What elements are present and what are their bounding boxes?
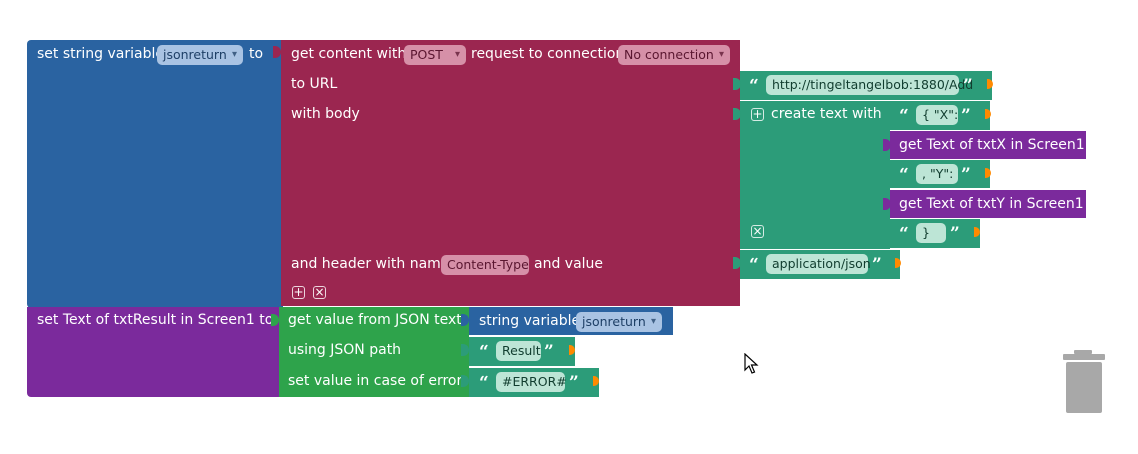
with-body-label: with body bbox=[291, 106, 360, 122]
quote-close-icon: ” bbox=[961, 106, 971, 126]
add-header-icon[interactable]: + bbox=[292, 286, 305, 299]
set-text-label: set Text of txtResult in Screen1 to bbox=[37, 312, 274, 328]
get-json-label: get value from JSON text bbox=[288, 312, 462, 328]
quote-close-icon: ” bbox=[961, 165, 971, 185]
quote-open-icon: “ bbox=[899, 106, 909, 126]
variable-name-dropdown[interactable]: jsonreturn bbox=[157, 45, 243, 65]
quote-close-icon: ” bbox=[569, 373, 579, 393]
url-field[interactable]: http://tingeltangelbob:1880/Add bbox=[766, 75, 973, 95]
to-label: to bbox=[249, 46, 264, 62]
json-error-label: set value in case of error bbox=[288, 373, 463, 389]
quote-close-icon: ” bbox=[963, 76, 973, 96]
get-text-txty-label: get Text of txtY in Screen1 bbox=[899, 196, 1084, 212]
header-value-field[interactable]: application/json bbox=[766, 254, 871, 274]
item1-knob bbox=[985, 109, 991, 119]
text-item-y-field[interactable]: , "Y": bbox=[916, 164, 958, 184]
create-text-label: create text with bbox=[771, 106, 882, 122]
set-string-variable-block[interactable] bbox=[27, 40, 283, 308]
set-string-variable-label: set string variable bbox=[37, 46, 164, 62]
quote-open-icon: “ bbox=[479, 342, 489, 362]
method-dropdown[interactable]: POST bbox=[404, 45, 466, 65]
string-variable-label: string variable bbox=[479, 313, 581, 329]
mutator-plus-icon[interactable]: + bbox=[751, 108, 764, 121]
quote-close-icon: ” bbox=[950, 224, 960, 244]
quote-open-icon: “ bbox=[899, 224, 909, 244]
to-url-label: to URL bbox=[291, 76, 338, 92]
connection-dropdown[interactable]: No connection bbox=[618, 45, 730, 65]
quote-open-icon: “ bbox=[749, 76, 759, 96]
quote-open-icon: “ bbox=[479, 373, 489, 393]
quote-open-icon: “ bbox=[899, 165, 909, 185]
mutator-minus-icon[interactable]: × bbox=[751, 225, 764, 238]
text-item-close-field[interactable]: } bbox=[916, 223, 946, 243]
json-path-label: using JSON path bbox=[288, 342, 402, 358]
string-variable-dropdown[interactable]: jsonreturn bbox=[576, 312, 662, 332]
path-field[interactable]: Result bbox=[496, 341, 541, 361]
quote-open-icon: “ bbox=[749, 255, 759, 275]
trash-icon[interactable] bbox=[1060, 348, 1108, 416]
get-content-label: get content with bbox=[291, 46, 407, 62]
quote-close-icon: ” bbox=[544, 342, 554, 362]
header-value-knob bbox=[895, 258, 901, 268]
quote-close-icon: ” bbox=[872, 255, 882, 275]
mouse-cursor-icon bbox=[744, 353, 759, 374]
and-value-label: and value bbox=[534, 256, 604, 272]
item3-knob bbox=[985, 168, 991, 178]
request-label: request to connection bbox=[471, 46, 625, 62]
text-item-x-field[interactable]: { "X": bbox=[916, 105, 958, 125]
remove-header-icon[interactable]: × bbox=[313, 286, 326, 299]
header-name-field[interactable]: Content-Type bbox=[441, 255, 529, 275]
url-knob bbox=[987, 79, 993, 89]
header-name-label: and header with name bbox=[291, 256, 450, 272]
error-field[interactable]: #ERROR# bbox=[496, 372, 567, 392]
get-text-txtx-label: get Text of txtX in Screen1 bbox=[899, 137, 1085, 153]
